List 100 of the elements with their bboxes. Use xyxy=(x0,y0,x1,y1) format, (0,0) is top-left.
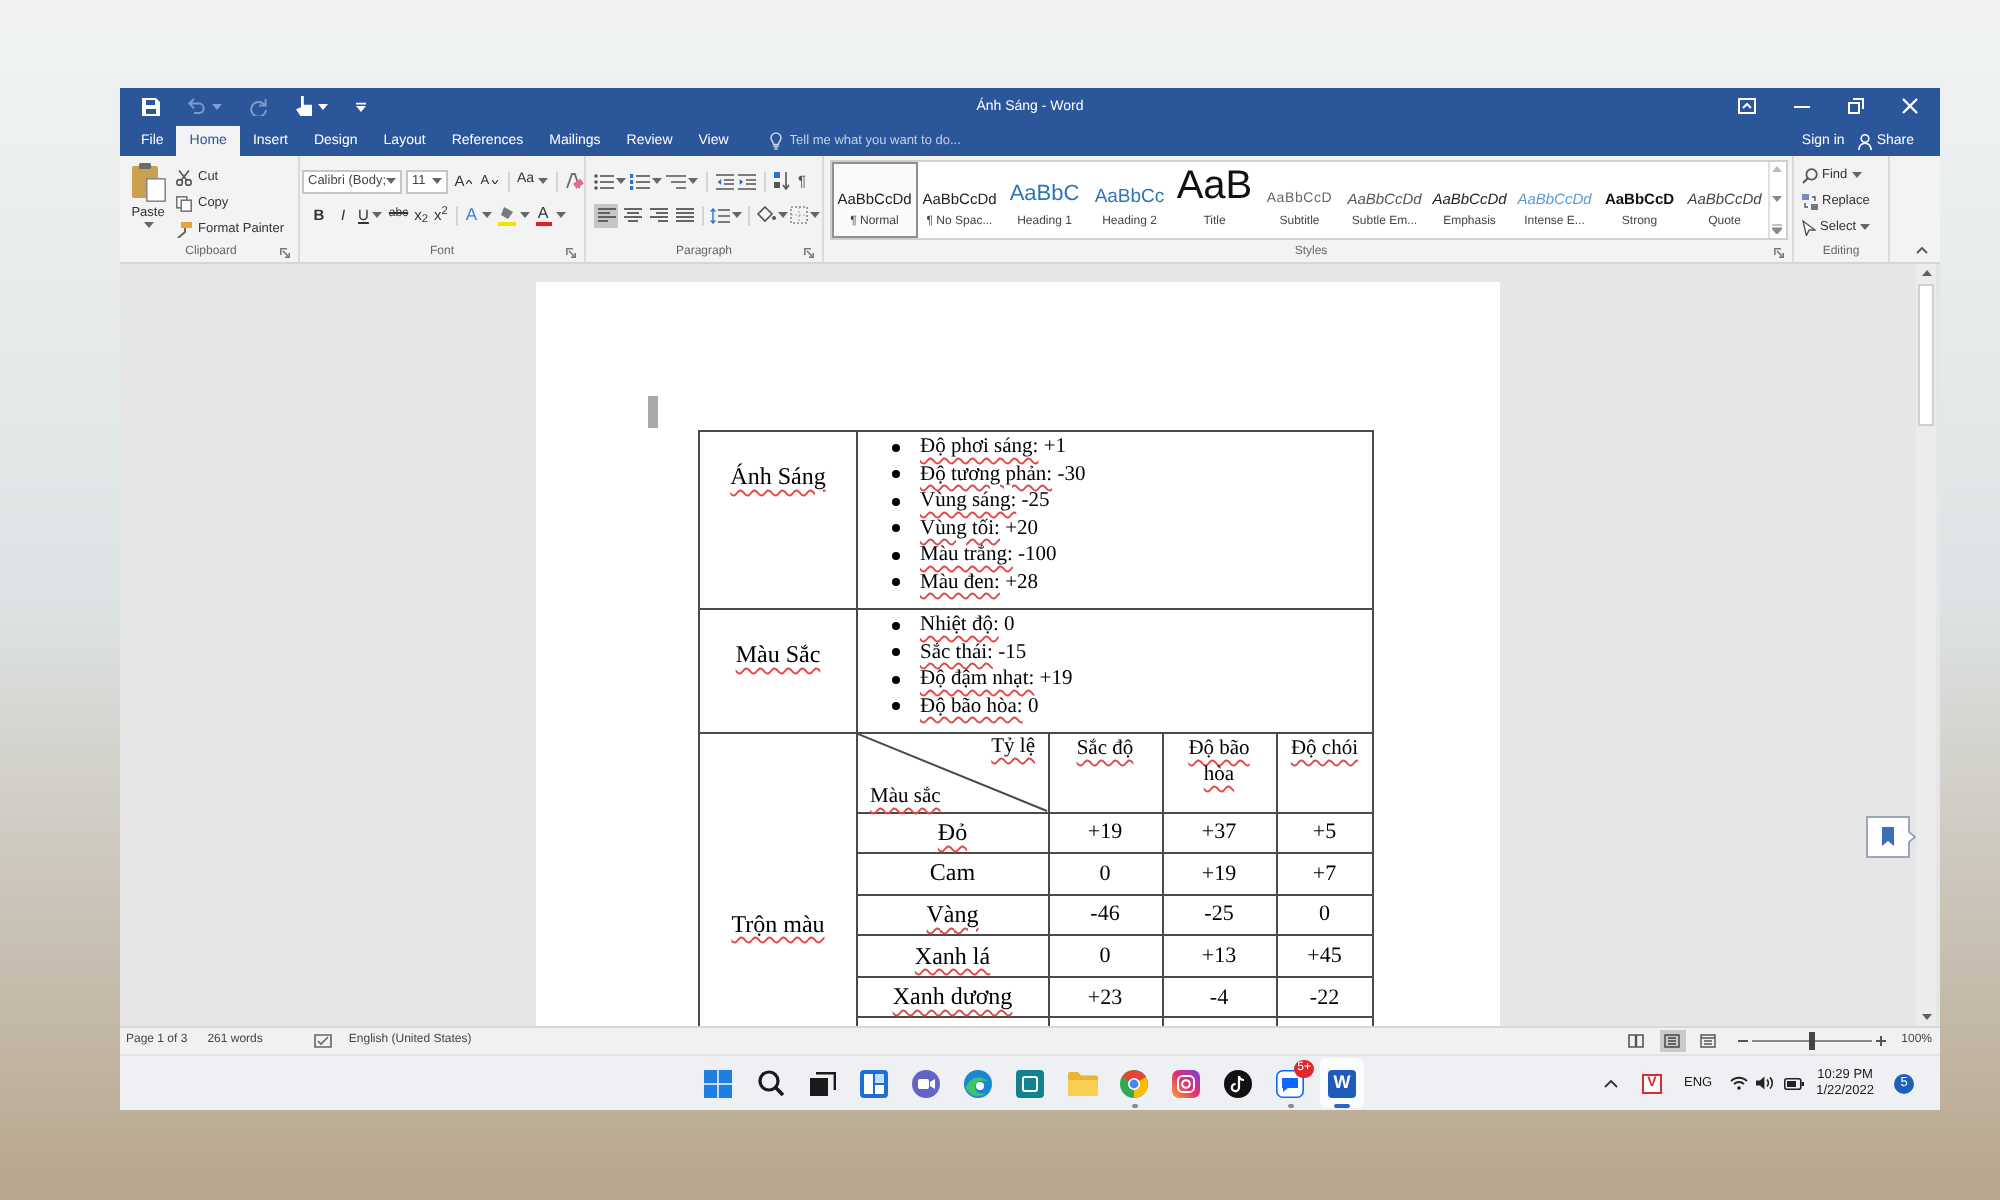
highlighter-icon xyxy=(497,205,516,225)
increase-indent-icon[interactable] xyxy=(738,173,756,189)
browser-icon[interactable] xyxy=(964,1069,992,1097)
text-effects-button[interactable]: A xyxy=(463,203,494,227)
multilevel-list-button[interactable] xyxy=(666,169,698,193)
line-spacing-button[interactable] xyxy=(710,203,742,227)
table-cell: +19 xyxy=(1048,812,1162,854)
music-note-app-icon[interactable] xyxy=(1224,1069,1252,1097)
zoom-in-icon[interactable] xyxy=(1875,1036,1886,1046)
slider-thumb[interactable] xyxy=(1808,1032,1815,1050)
shading-button[interactable] xyxy=(756,203,788,227)
active-app-indicator xyxy=(1334,1104,1350,1108)
speaker-icon[interactable] xyxy=(1756,1076,1775,1090)
numbering-button[interactable] xyxy=(630,169,662,193)
bullet-icon xyxy=(892,497,900,506)
video-chat-icon[interactable] xyxy=(912,1069,940,1097)
caret-icon xyxy=(688,178,698,184)
align-left-button[interactable] xyxy=(594,203,618,227)
dialog-launcher-icon[interactable] xyxy=(566,247,576,258)
caret-icon xyxy=(778,212,788,218)
bullet-icon xyxy=(892,470,900,479)
down-caret-icon xyxy=(491,179,498,183)
borders-icon xyxy=(790,206,808,224)
list-item-text: Độ phơi sáng: +1 xyxy=(920,434,1067,461)
print-layout-icon xyxy=(1664,1034,1681,1048)
ribbon-display-options-icon[interactable] xyxy=(1738,98,1756,114)
hand-pointer-icon[interactable] xyxy=(296,96,312,116)
line-spacing-icon xyxy=(710,207,730,223)
table-cell: -25 xyxy=(1162,894,1276,936)
copy-icon xyxy=(176,195,192,211)
align-right-button[interactable] xyxy=(646,203,670,227)
task-view-icon[interactable] xyxy=(809,1071,835,1095)
dialog-launcher-icon[interactable] xyxy=(804,247,814,258)
align-center-button[interactable] xyxy=(620,203,644,227)
taskbar-button[interactable]: W xyxy=(1320,1058,1364,1108)
caret-icon xyxy=(212,103,222,109)
list-item-text: Độ bão hòa: 0 xyxy=(920,693,1039,720)
print-layout-button[interactable] xyxy=(1659,1030,1686,1052)
bullet-icon xyxy=(892,551,900,560)
list-item-text: Độ đậm nhạt: +19 xyxy=(920,666,1073,693)
save-icon[interactable] xyxy=(142,97,160,115)
corner-label: Tỷ lệ xyxy=(991,736,1035,760)
scrollbar-thumb[interactable] xyxy=(1918,284,1934,426)
column-header: Độ bão hòa xyxy=(1162,734,1276,812)
replace-icon xyxy=(1802,193,1818,209)
scroll-down-icon[interactable] xyxy=(1921,1014,1931,1020)
customize-icon[interactable] xyxy=(356,101,366,111)
multilevel-list-icon xyxy=(666,173,686,189)
proofing-icon[interactable] xyxy=(314,1034,333,1048)
row-label: Vàng xyxy=(858,894,1048,936)
bullets-button[interactable] xyxy=(594,169,626,193)
read-mode-icon xyxy=(1628,1034,1645,1048)
read-mode-button[interactable] xyxy=(1623,1030,1650,1052)
restore-icon[interactable] xyxy=(1847,98,1863,114)
clipboard-icon xyxy=(130,162,166,202)
widgets-icon[interactable] xyxy=(860,1069,888,1097)
table-cell: +13 xyxy=(1162,935,1276,977)
search-icon[interactable] xyxy=(757,1070,783,1096)
close-icon[interactable] xyxy=(1901,98,1917,114)
caret-icon xyxy=(1851,172,1862,178)
battery-icon[interactable] xyxy=(1784,1077,1805,1089)
caret-icon xyxy=(538,178,549,184)
word-app-icon[interactable]: W xyxy=(1328,1069,1356,1097)
align-right-icon xyxy=(649,208,667,222)
bookmark-icon[interactable] xyxy=(1866,816,1916,858)
bullet-icon xyxy=(892,648,900,657)
caret-icon xyxy=(386,178,397,184)
row-label: Cam xyxy=(858,853,1048,895)
caret-icon xyxy=(810,212,820,218)
camera-app-icon[interactable] xyxy=(1172,1069,1200,1097)
clear-formatting-icon[interactable] xyxy=(566,172,585,190)
sort-icon[interactable] xyxy=(774,172,790,190)
highlight-button[interactable] xyxy=(495,203,532,227)
numbered-list-icon xyxy=(630,173,650,189)
browser-icon[interactable] xyxy=(1120,1069,1148,1097)
row-label: Đỏ xyxy=(858,812,1048,854)
dialog-launcher-icon[interactable] xyxy=(1774,247,1784,258)
scroll-up-icon[interactable] xyxy=(1921,270,1931,276)
scroll-down-icon[interactable] xyxy=(1772,195,1782,201)
justify-icon xyxy=(675,208,693,222)
collapse-ribbon-icon[interactable] xyxy=(1916,246,1928,254)
align-center-icon xyxy=(623,208,641,222)
chevron-up-icon[interactable] xyxy=(1603,1079,1618,1087)
zoom-slider[interactable] xyxy=(1751,1032,1872,1050)
dialog-launcher-icon[interactable] xyxy=(280,247,290,258)
chat-bubble-app-icon[interactable] xyxy=(1276,1069,1304,1097)
wifi-icon[interactable] xyxy=(1730,1076,1749,1090)
more-styles-icon[interactable] xyxy=(1772,224,1782,234)
column-header: Sắc độ xyxy=(1048,734,1162,812)
borders-button[interactable] xyxy=(790,203,820,227)
decrease-indent-icon[interactable] xyxy=(716,173,734,189)
paintbrush-icon xyxy=(176,221,192,237)
caret-icon xyxy=(481,212,492,218)
web-layout-button[interactable] xyxy=(1695,1030,1722,1052)
start-menu-icon[interactable] xyxy=(704,1069,732,1097)
minimize-icon[interactable] xyxy=(1793,105,1809,107)
font-color-button[interactable]: A xyxy=(533,203,568,227)
justify-button[interactable] xyxy=(672,203,696,227)
app-icon[interactable] xyxy=(1016,1069,1044,1097)
table-cell: +19 xyxy=(1162,853,1276,895)
